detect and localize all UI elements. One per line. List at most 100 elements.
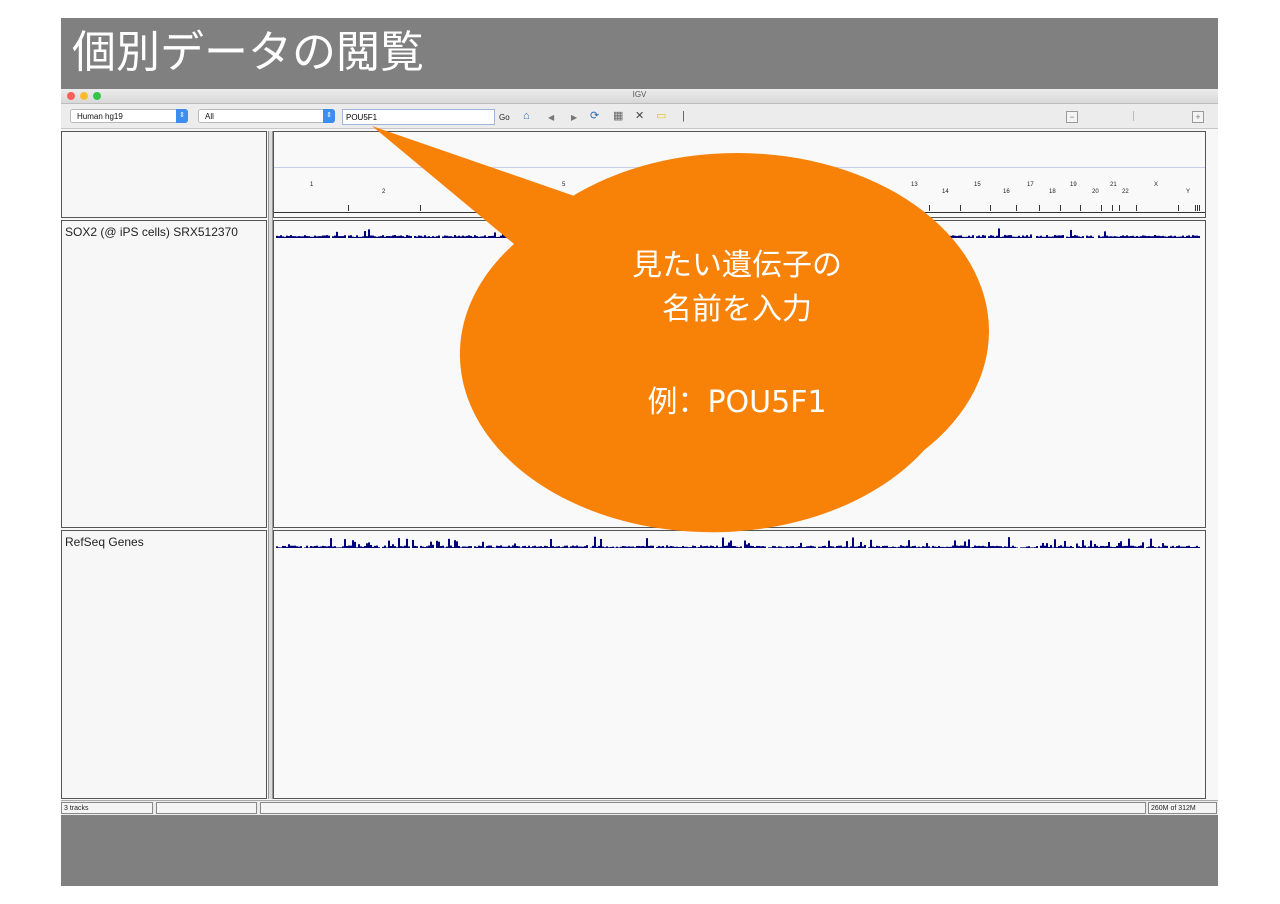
signal-bar xyxy=(1176,236,1178,238)
signal-bar xyxy=(1120,541,1122,548)
track-name-refseq[interactable]: RefSeq Genes xyxy=(65,535,144,549)
chromosome-tick xyxy=(1101,205,1102,211)
signal-bar xyxy=(744,236,746,238)
track-name-sox2[interactable]: SOX2 (@ iPS cells) SRX512370 xyxy=(65,225,238,239)
signal-bar xyxy=(702,233,704,238)
track-name-panel[interactable]: SOX2 (@ iPS cells) SRX512370 xyxy=(61,220,267,528)
region-icon[interactable]: ▦ xyxy=(613,110,623,122)
signal-bar xyxy=(406,538,408,548)
signal-bar xyxy=(968,539,970,548)
signal-bar xyxy=(576,545,578,548)
signal-bar xyxy=(382,546,384,548)
chromosome-label[interactable]: 1 xyxy=(310,182,313,188)
zoom-in-button[interactable]: + xyxy=(1192,111,1204,123)
signal-bar xyxy=(364,231,366,238)
signal-bar xyxy=(916,236,918,238)
zoom-slider[interactable] xyxy=(1133,111,1134,121)
signal-bar xyxy=(1052,547,1054,548)
signal-bar xyxy=(1156,235,1158,238)
chromosome-label[interactable]: 20 xyxy=(1092,189,1099,195)
chromosome-label[interactable]: 13 xyxy=(911,182,918,188)
signal-bar xyxy=(396,547,398,548)
chromosome-label[interactable]: 21 xyxy=(1110,182,1117,188)
chromosome-label[interactable]: 19 xyxy=(1070,182,1077,188)
signal-bar xyxy=(808,546,810,548)
ruler-panel[interactable]: 1 2 5 13 14 15 16 17 18 19 20 21 22 X Y xyxy=(273,131,1206,218)
genome-select-value: Human hg19 xyxy=(77,112,123,121)
signal-bar xyxy=(754,235,756,238)
signal-bar xyxy=(1102,545,1104,548)
back-icon[interactable]: ◀ xyxy=(548,112,554,124)
signal-bar xyxy=(794,236,796,238)
signal-bar xyxy=(320,546,322,548)
track-data-refseq[interactable] xyxy=(273,530,1206,799)
chromosome-label[interactable]: 22 xyxy=(1122,189,1129,195)
chromosome-label[interactable]: 2 xyxy=(382,189,385,195)
go-button[interactable]: Go xyxy=(499,113,510,122)
chromosome-label[interactable]: Y xyxy=(1186,189,1190,195)
signal-bar xyxy=(1052,236,1054,238)
signal-bar xyxy=(560,547,562,548)
signal-bar xyxy=(888,547,890,548)
signal-bar xyxy=(796,236,798,238)
forward-icon[interactable]: ▶ xyxy=(571,112,577,124)
chromosome-label[interactable]: 5 xyxy=(562,182,565,188)
signal-bar xyxy=(592,545,594,548)
home-icon[interactable]: ⌂ xyxy=(523,110,530,122)
signal-bar xyxy=(848,547,850,548)
signal-bar xyxy=(428,545,430,548)
locus-search-input[interactable]: POU5F1 xyxy=(342,109,495,125)
close-icon[interactable]: ✕ xyxy=(635,110,644,122)
genome-select[interactable]: Human hg19 ⇕ xyxy=(70,109,188,123)
signal-bar xyxy=(856,546,858,548)
signal-bar xyxy=(1182,546,1184,548)
signal-bar xyxy=(834,547,836,548)
signal-bar xyxy=(558,236,560,238)
ruler-line xyxy=(274,167,1205,168)
signal-bar xyxy=(542,236,544,238)
signal-bar xyxy=(1020,236,1022,238)
signal-bar xyxy=(404,545,406,548)
signal-bar xyxy=(530,235,532,238)
chromosome-tick xyxy=(1178,205,1179,211)
chromosome-tick xyxy=(1136,205,1137,211)
status-bar: 3 tracks 260M of 312M xyxy=(61,800,1218,815)
popup-icon[interactable]: ▭ xyxy=(656,110,666,122)
zoom-out-button[interactable]: − xyxy=(1066,111,1078,123)
chromosome-label[interactable]: 17 xyxy=(1027,182,1034,188)
signal-bar xyxy=(586,235,588,238)
signal-bar xyxy=(602,546,604,548)
track-name-panel[interactable]: RefSeq Genes xyxy=(61,530,267,799)
signal-bar xyxy=(856,236,858,238)
signal-bar xyxy=(952,235,954,238)
signal-bar xyxy=(792,235,794,238)
chromosome-select[interactable]: All ⇕ xyxy=(198,109,335,123)
signal-bar xyxy=(908,540,910,548)
signal-bar xyxy=(896,547,898,548)
signal-bar xyxy=(300,546,302,548)
signal-bar xyxy=(946,546,948,548)
chromosome-label[interactable]: 16 xyxy=(1003,189,1010,195)
roi-bar-icon[interactable]: | xyxy=(682,110,685,122)
chromosome-label[interactable]: 18 xyxy=(1049,189,1056,195)
signal-bar xyxy=(398,538,400,548)
signal-bar xyxy=(368,229,370,238)
signal-bar xyxy=(940,235,942,238)
signal-bar xyxy=(1104,546,1106,548)
signal-bar xyxy=(864,544,866,548)
chromosome-label[interactable]: 15 xyxy=(974,182,981,188)
signal-bar xyxy=(524,236,526,238)
refresh-icon[interactable]: ⟳ xyxy=(590,110,599,122)
chromosome-label[interactable]: 14 xyxy=(942,189,949,195)
signal-bar xyxy=(618,547,620,548)
signal-bar xyxy=(552,546,554,548)
signal-bar xyxy=(986,546,988,548)
signal-bar xyxy=(1166,545,1168,548)
chromosome-label[interactable]: X xyxy=(1154,182,1158,188)
signal-bar xyxy=(924,546,926,548)
signal-bar xyxy=(914,545,916,548)
signal-bar xyxy=(1070,229,1072,238)
signal-bar xyxy=(1056,547,1058,548)
signal-bar xyxy=(282,236,284,238)
signal-bar xyxy=(884,236,886,238)
